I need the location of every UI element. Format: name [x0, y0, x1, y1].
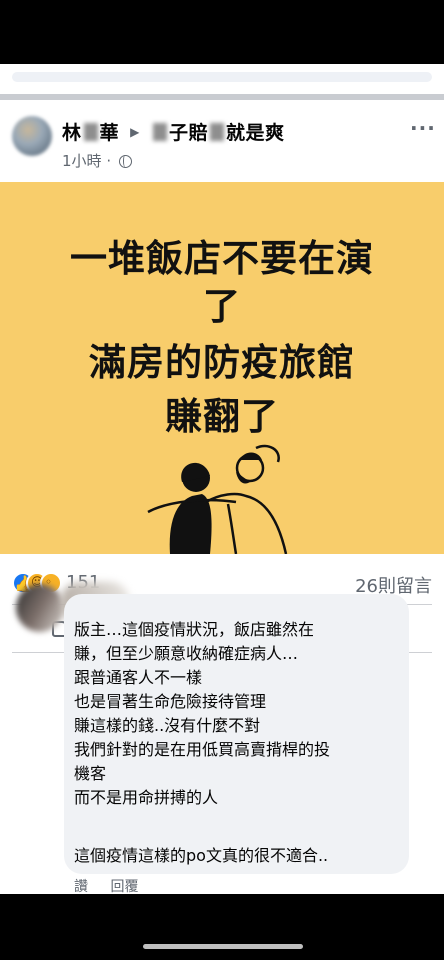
image-text-line-1: 一堆飯店不要在演: [70, 237, 374, 280]
comment-like-button[interactable]: 讚: [74, 879, 88, 895]
meta-separator: ·: [106, 152, 112, 170]
group-name-part[interactable]: 子賠: [169, 122, 208, 144]
group-name-end[interactable]: 就是爽: [226, 122, 285, 144]
status-bar: [0, 0, 444, 64]
image-text-line-3: 滿房的防疫旅館: [89, 341, 355, 384]
image-text-line-2: 了: [203, 285, 241, 328]
image-text-line-4: 賺翻了: [165, 395, 279, 438]
comment-text-line: 賺這樣的錢..沒有什麼不對: [74, 716, 261, 735]
comment-text-line: 賺，但至少願意收納確症病人…: [74, 644, 299, 663]
post-time[interactable]: 1小時: [62, 152, 102, 170]
post-meta: 1小時 ·: [62, 150, 132, 171]
comment-reply-button[interactable]: 回覆: [110, 879, 138, 895]
bottom-bar: [0, 894, 444, 960]
post-image[interactable]: 一堆飯店不要在演 了 滿房的防疫旅館 賺翻了: [0, 182, 444, 554]
comment-bubble: 版主…這個疫情狀況，飯店雖然在 賺，但至少願意收納確症病人… 跟普通客人不一樣 …: [64, 594, 409, 874]
globe-icon: [118, 155, 132, 168]
comment-text-line: 這個疫情這樣的po文真的很不適合..: [74, 846, 329, 865]
home-indicator[interactable]: [143, 944, 303, 949]
author-name-start[interactable]: 林: [62, 122, 82, 144]
author-group-line[interactable]: 林華 ▶ 子賠 就是爽: [62, 118, 285, 145]
search-bar[interactable]: [12, 72, 432, 82]
comment-actions: 讚 回覆: [74, 876, 156, 896]
blurred-text: [210, 123, 225, 141]
post-header: 林華 ▶ 子賠 就是爽 1小時 · ···: [0, 104, 444, 174]
comment-text-line: 跟普通客人不一樣: [74, 668, 203, 687]
comment-text-line: 版主…這個疫情狀況，飯店雖然在: [74, 620, 315, 639]
author-name-end[interactable]: 華: [100, 122, 120, 144]
couple-illustration: [147, 444, 288, 554]
comment-text-line: 機客: [74, 764, 107, 783]
comment-text-line: 也是冒著生命危險接待管理: [74, 692, 267, 711]
comment-text-line: 我們針對的是在用低買高賣揹桿的投: [74, 740, 331, 759]
blurred-text: [83, 123, 98, 141]
comment-text-line: 而不是用命拼搏的人: [74, 788, 219, 807]
commenter-avatar[interactable]: [16, 584, 64, 632]
more-options-button[interactable]: ···: [410, 116, 436, 140]
triangle-right-icon: ▶: [130, 125, 140, 139]
author-avatar[interactable]: [12, 116, 52, 156]
feed-divider: [0, 94, 444, 100]
blurred-text: [153, 123, 168, 141]
